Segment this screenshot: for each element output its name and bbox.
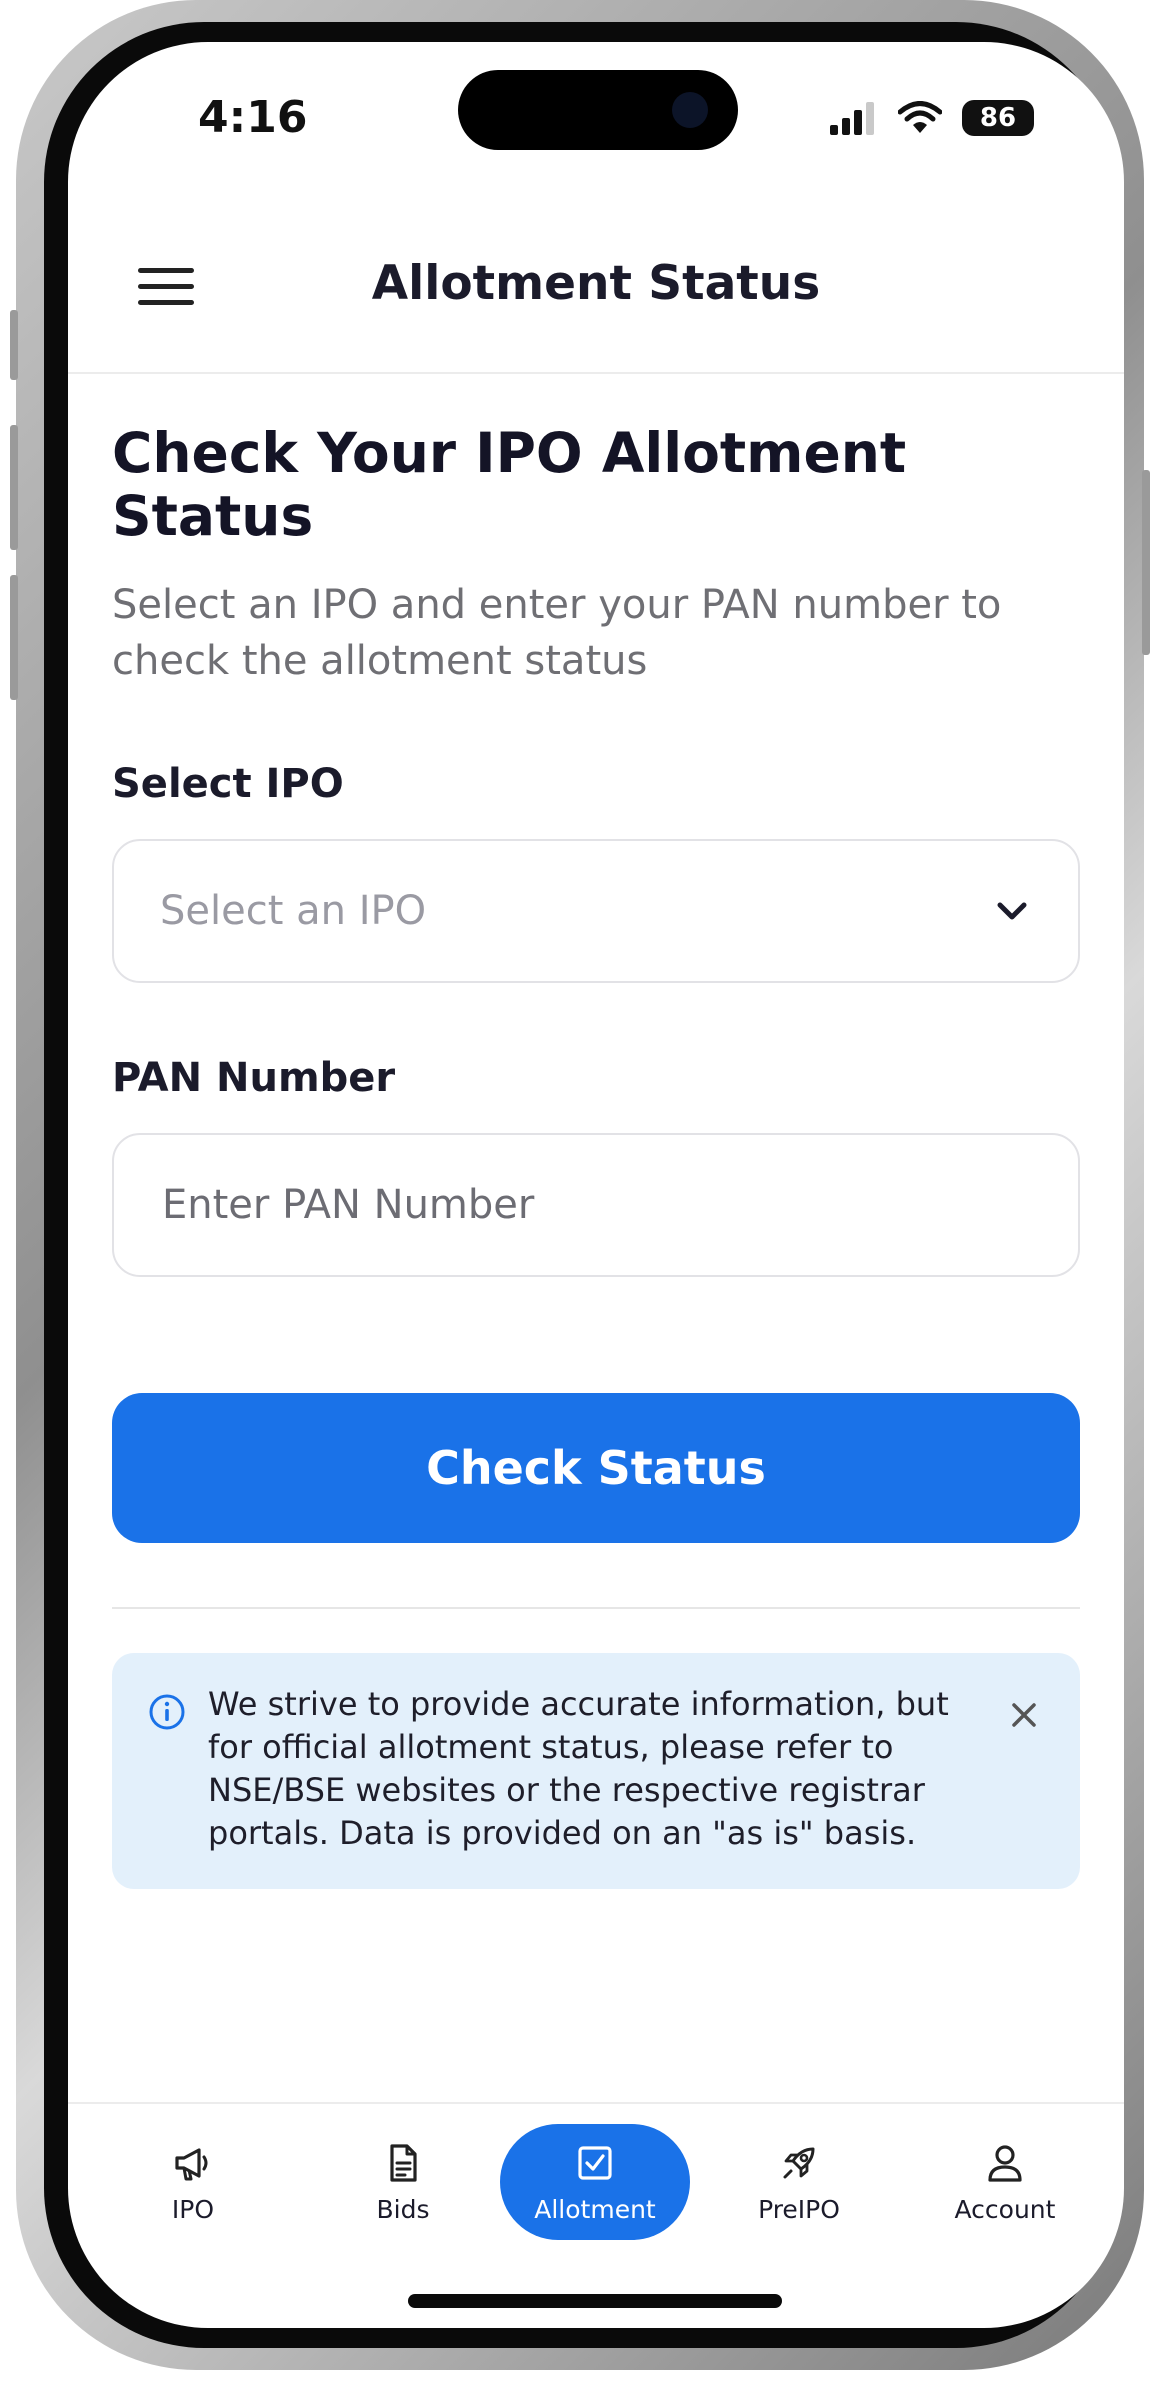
- signal-icon: [830, 102, 874, 135]
- close-icon[interactable]: [1006, 1697, 1042, 1733]
- select-ipo-label: Select IPO: [112, 760, 344, 807]
- pan-number-input[interactable]: [160, 1180, 1032, 1229]
- wifi-icon: [898, 101, 942, 133]
- tab-allotment[interactable]: Allotment: [500, 2124, 690, 2240]
- tab-allotment-label: Allotment: [534, 2194, 656, 2224]
- bottom-tab-bar: IPO Bids Allotment PreIPO Account: [68, 2102, 1124, 2254]
- page-title: Check Your IPO Allotment Status: [112, 421, 907, 549]
- volume-up-button: [10, 425, 18, 550]
- checkbox-icon: [578, 2145, 612, 2180]
- tab-account[interactable]: Account: [910, 2124, 1100, 2240]
- main-content: Check Your IPO Allotment Status Select a…: [112, 421, 1080, 1890]
- tab-bids[interactable]: Bids: [308, 2124, 498, 2240]
- rocket-icon: [783, 2147, 815, 2178]
- ipo-select-dropdown[interactable]: Select an IPO: [112, 838, 1080, 983]
- pan-input-wrapper: [112, 1132, 1080, 1277]
- status-indicators: 86: [830, 100, 1034, 136]
- ipo-select-placeholder: Select an IPO: [160, 887, 427, 934]
- tab-ipo-label: IPO: [171, 2194, 215, 2224]
- pan-number-label: PAN Number: [112, 1054, 396, 1101]
- action-button: [10, 310, 18, 380]
- divider: [112, 1606, 1080, 1609]
- phone-frame: 4:16 86 Allotment Status Check Your IPO …: [10, 0, 1150, 2370]
- dynamic-island: [458, 70, 738, 150]
- tab-ipo[interactable]: IPO: [98, 2124, 288, 2240]
- page-subtitle: Select an IPO and enter your PAN number …: [112, 581, 1002, 684]
- battery-level: 86: [979, 103, 1017, 133]
- power-button: [1142, 470, 1150, 655]
- header-title: Allotment Status: [371, 256, 821, 311]
- info-icon: [149, 1694, 185, 1729]
- disclaimer-text: We strive to provide accurate informatio…: [208, 1684, 949, 1853]
- disclaimer-notice: We strive to provide accurate informatio…: [112, 1652, 1080, 1890]
- check-status-button[interactable]: Check Status: [112, 1392, 1080, 1543]
- chevron-down-icon: [997, 902, 1027, 919]
- tab-bids-label: Bids: [376, 2194, 430, 2224]
- megaphone-icon: [175, 2147, 208, 2180]
- tab-account-label: Account: [954, 2194, 1056, 2224]
- volume-down-button: [10, 575, 18, 700]
- camera-icon: [672, 92, 708, 128]
- screen: 4:16 86 Allotment Status Check Your IPO …: [68, 42, 1124, 2328]
- battery-icon: 86: [962, 100, 1034, 136]
- app-header: Allotment Status: [68, 232, 1124, 374]
- tab-preipo-label: PreIPO: [758, 2194, 840, 2224]
- home-indicator: [408, 2294, 782, 2308]
- document-icon: [390, 2143, 417, 2182]
- tab-preipo[interactable]: PreIPO: [704, 2124, 894, 2240]
- status-time: 4:16: [198, 92, 308, 143]
- user-icon: [988, 2144, 1022, 2182]
